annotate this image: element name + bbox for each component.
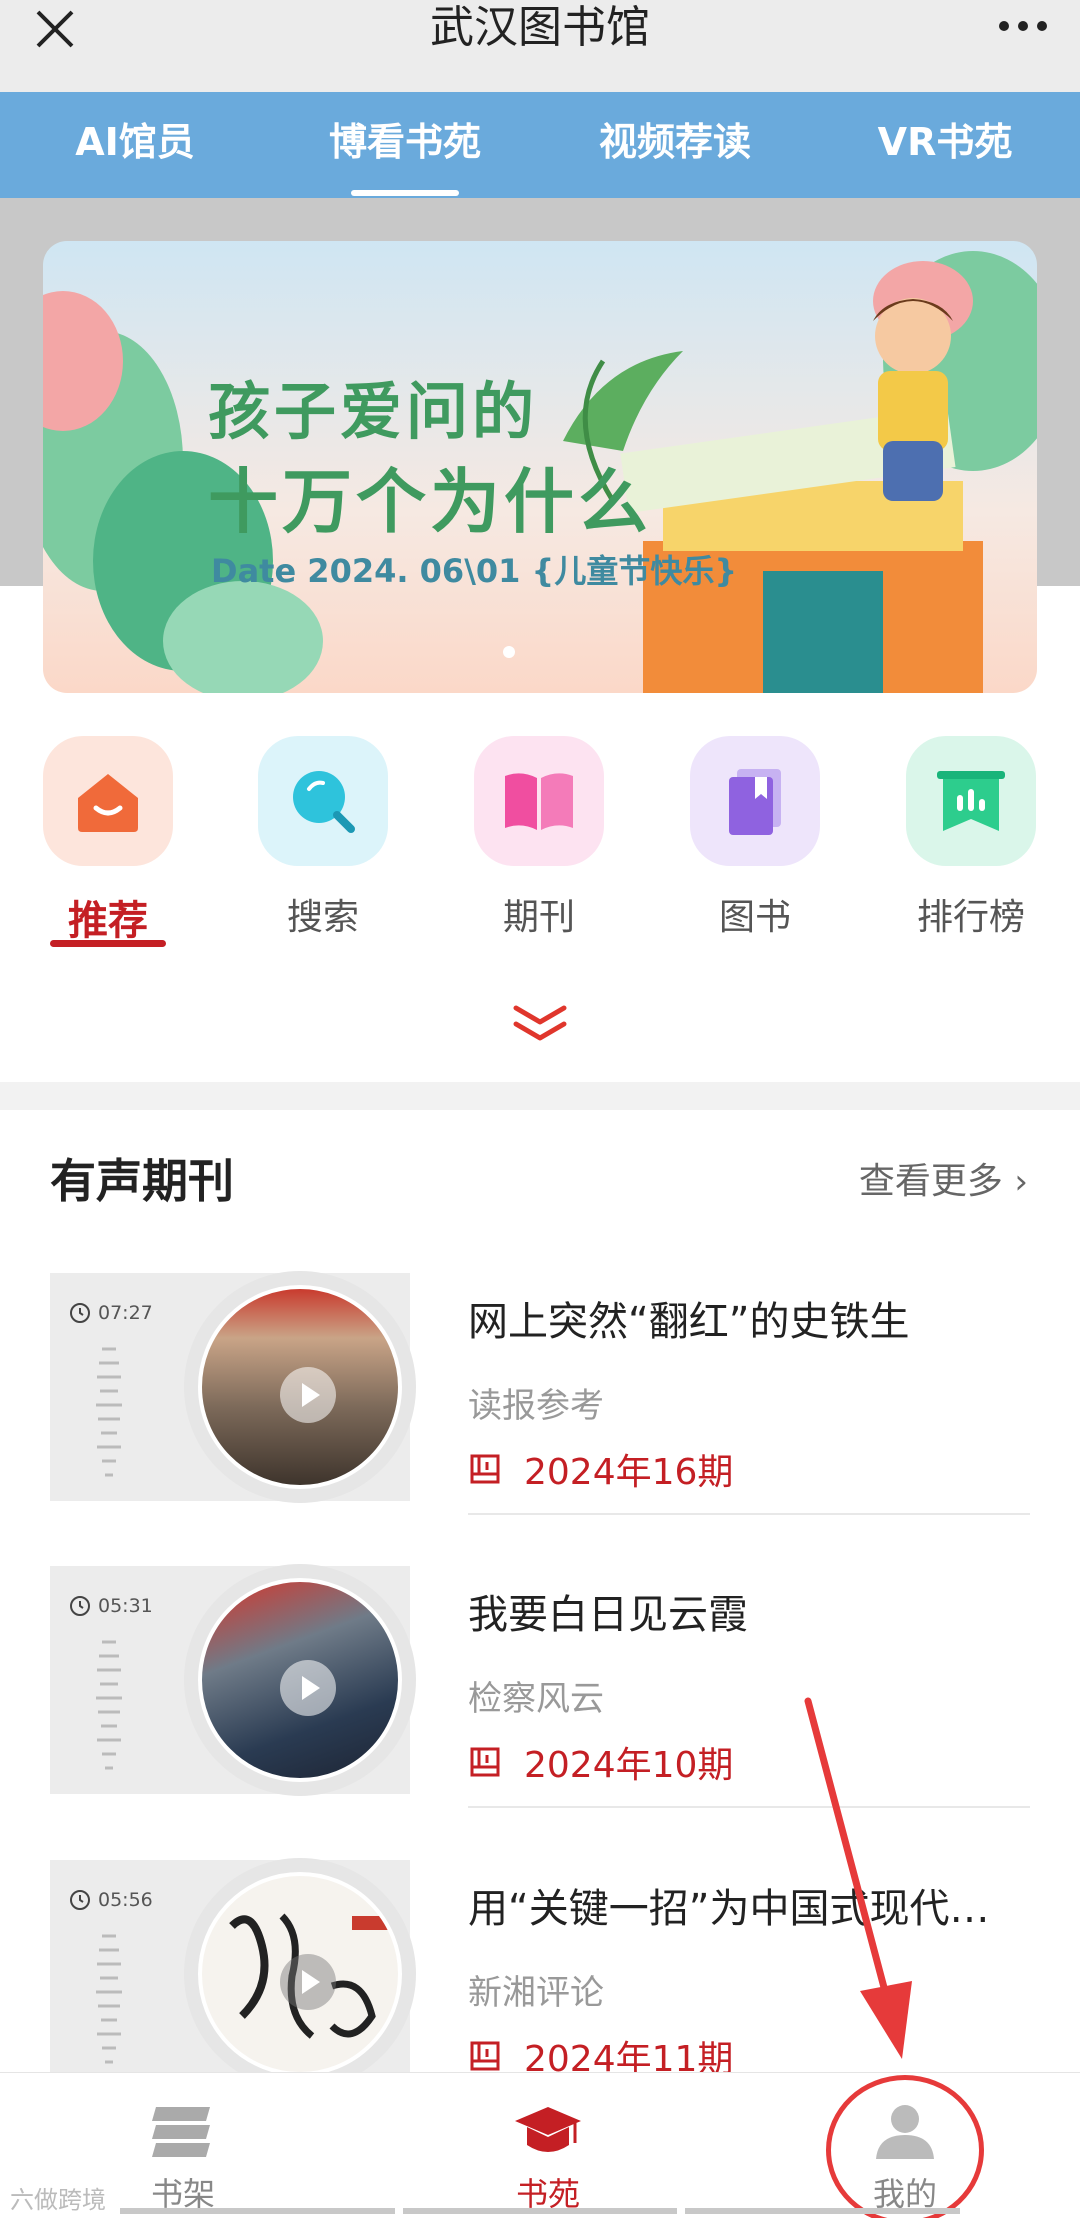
play-icon[interactable]	[280, 1367, 336, 1423]
page-title: 武汉图书馆	[430, 2, 650, 53]
category-label-recommend: 推荐	[68, 898, 148, 944]
duration-text: 05:56	[98, 1889, 153, 1911]
clock-icon	[70, 1890, 90, 1910]
duration-text: 07:27	[98, 1302, 153, 1324]
active-category-indicator	[50, 940, 166, 947]
play-icon[interactable]	[280, 1954, 336, 2010]
duration: 07:27	[68, 1301, 153, 1325]
see-more-label: 查看更多	[858, 1161, 1003, 1202]
watermark: 六做跨境	[10, 2186, 106, 2214]
cover-image	[198, 1285, 402, 1489]
issue-book-icon	[470, 1747, 500, 1777]
ranking-icon	[906, 736, 1036, 866]
item-issue: 2024年16期	[468, 1443, 733, 1495]
audio-wave-icon	[96, 1640, 122, 1770]
category-book[interactable]: 图书	[690, 736, 820, 938]
item-title[interactable]: 用“关键一招”为中国式现代…	[468, 1876, 1028, 1934]
banner-title-line1: 孩子爱问的	[208, 375, 539, 448]
bookshelf-icon	[152, 2107, 210, 2157]
active-tab-indicator	[351, 190, 459, 196]
banner-title-line2: 十万个为什么	[208, 461, 652, 543]
issue-text: 2024年10期	[524, 1745, 734, 1786]
play-icon[interactable]	[280, 1660, 336, 1716]
banner-date: Date 2024. 06\01 {儿童节快乐}	[211, 552, 738, 590]
duration: 05:56	[68, 1888, 153, 1912]
home-indicator	[120, 2208, 961, 2214]
item-issue: 2024年10期	[468, 1736, 733, 1788]
carousel-indicator	[503, 646, 515, 658]
item-title[interactable]: 网上突然“翻红”的史铁生	[468, 1289, 1028, 1347]
duration: 05:31	[68, 1594, 153, 1618]
item-source: 检察风云	[468, 1679, 604, 1719]
category-label-book: 图书	[718, 897, 791, 938]
category-label-ranking: 排行榜	[916, 897, 1025, 938]
category-ranking[interactable]: 排行榜	[906, 736, 1036, 938]
item-title[interactable]: 我要白日见云霞	[468, 1582, 1028, 1640]
audio-wave-icon	[96, 1347, 122, 1477]
item-divider	[468, 1513, 1030, 1515]
category-recommend[interactable]: 推荐	[43, 736, 173, 944]
promo-banner[interactable]: 孩子爱问的 十万个为什么 Date 2024. 06\01 {儿童节快乐}	[43, 241, 1037, 693]
category-label-search: 搜索	[286, 897, 359, 938]
clock-icon	[70, 1596, 90, 1616]
cover-image	[198, 1872, 402, 2076]
annotation-arrow-icon	[804, 1697, 912, 2059]
audio-thumbnail[interactable]: 05:56	[50, 1858, 416, 2090]
see-more-link[interactable]: 查看更多 ›	[859, 1152, 1028, 1204]
item-source: 读报参考	[468, 1386, 604, 1426]
home-icon	[43, 736, 173, 866]
tab-bokan-shuyuan[interactable]: 博看书苑	[270, 92, 540, 198]
tab-video-recommend[interactable]: 视频荐读	[540, 92, 810, 198]
album-disc	[184, 1564, 416, 1796]
section-divider	[0, 1082, 1080, 1110]
search-icon	[258, 736, 388, 866]
section-title: 有声期刊	[50, 1154, 234, 1208]
cover-image	[198, 1578, 402, 1782]
audio-thumbnail[interactable]: 07:27	[50, 1271, 416, 1503]
nav-shuyuan[interactable]: 书苑	[448, 2073, 648, 2218]
issue-text: 2024年16期	[524, 1452, 734, 1493]
duration-text: 05:31	[98, 1595, 153, 1617]
category-label-magazine: 期刊	[502, 897, 575, 938]
tab-vr-shuyuan[interactable]: VR书苑	[810, 92, 1080, 198]
chevron-right-icon: ›	[1014, 1162, 1028, 1202]
issue-book-icon	[470, 2041, 500, 2071]
book-icon	[690, 736, 820, 866]
magazine-icon	[474, 736, 604, 866]
page: { "app": {"title": "武汉图书馆"}, "tabs": [ {…	[0, 0, 1080, 2218]
audio-thumbnail[interactable]: 05:31	[50, 1564, 416, 1796]
annotation-highlight-circle	[826, 2075, 984, 2218]
category-search[interactable]: 搜索	[258, 736, 388, 938]
album-disc	[184, 1271, 416, 1503]
more-options-icon[interactable]	[988, 6, 1058, 46]
top-tab-bar: AI馆员 博看书苑 视频荐读 VR书苑	[0, 92, 1080, 198]
item-source: 新湘评论	[468, 1973, 604, 2013]
issue-book-icon	[470, 1454, 500, 1484]
clock-icon	[70, 1303, 90, 1323]
list-item[interactable]: 07:27 网上突然“翻红”的史铁生 读报参考 2024年16期	[0, 1271, 1080, 1563]
tab-ai-librarian[interactable]: AI馆员	[0, 92, 270, 198]
nav-bookshelf[interactable]: 书架	[83, 2073, 283, 2218]
category-magazine[interactable]: 期刊	[474, 736, 604, 938]
expand-chevron-icon[interactable]	[510, 1000, 570, 1050]
item-divider	[468, 1806, 1030, 1808]
audio-wave-icon	[96, 1934, 122, 2064]
graduation-cap-icon	[515, 2107, 581, 2152]
album-disc	[184, 1858, 416, 2090]
title-bar: 武汉图书馆	[0, 0, 1080, 92]
